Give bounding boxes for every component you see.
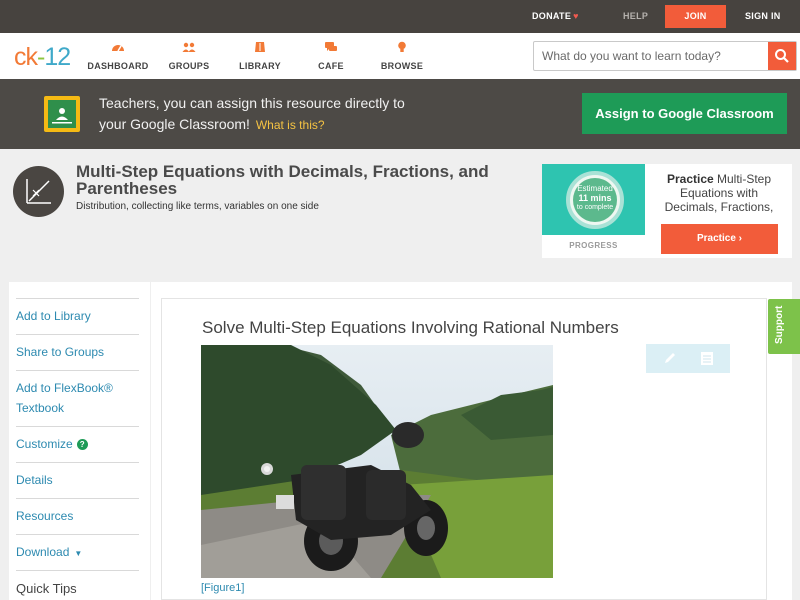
main-nav: ck-12 DASHBOARD GROUPS LIBRARY CAFE BROW… bbox=[0, 33, 800, 79]
nav-dashboard[interactable]: DASHBOARD bbox=[83, 41, 153, 71]
sidebar-item-share-to-groups[interactable]: Share to Groups bbox=[16, 334, 139, 370]
assign-google-classroom-button[interactable]: Assign to Google Classroom bbox=[582, 93, 787, 134]
progress-label: PROGRESS bbox=[569, 241, 618, 250]
lesson-title: Solve Multi-Step Equations Involving Rat… bbox=[202, 318, 619, 337]
banner-text-line2: your Google Classroom! What is this? bbox=[99, 116, 325, 132]
sidebar-item-add-to-library[interactable]: Add to Library bbox=[16, 298, 139, 334]
page-title: Multi-Step Equations with Decimals, Frac… bbox=[76, 162, 489, 198]
left-sidebar: Add to Library Share to Groups Add to Fl… bbox=[9, 282, 150, 600]
sidebar-item-add-to-flexbook[interactable]: Add to FlexBook® Textbook bbox=[16, 370, 139, 426]
people-icon bbox=[182, 42, 196, 52]
join-button[interactable]: JOIN bbox=[665, 5, 726, 28]
practice-card: Estimated 11 mins to complete PROGRESS P… bbox=[542, 164, 792, 258]
chat-icon bbox=[325, 42, 337, 51]
notes-icon[interactable] bbox=[700, 351, 714, 366]
search-box bbox=[533, 41, 797, 71]
ck12-logo[interactable]: ck-12 bbox=[14, 43, 71, 72]
caret-down-icon: ▼ bbox=[74, 549, 83, 558]
lesson-card: Solve Multi-Step Equations Involving Rat… bbox=[161, 298, 767, 600]
top-bar: DONATE ♥ HELP JOIN SIGN IN bbox=[0, 0, 800, 33]
practice-description: Practice Multi-Step Equations with Decim… bbox=[664, 172, 774, 214]
support-tab[interactable]: Support bbox=[768, 299, 800, 354]
banner-text-line1: Teachers, you can assign this resource d… bbox=[99, 95, 405, 111]
what-is-this-link[interactable]: What is this? bbox=[256, 118, 325, 132]
lightbulb-icon bbox=[398, 41, 406, 52]
donate-link[interactable]: DONATE ♥ bbox=[532, 0, 579, 33]
help-icon[interactable]: ? bbox=[76, 439, 88, 450]
chevron-right-icon: › bbox=[738, 233, 743, 244]
graph-icon bbox=[13, 166, 64, 217]
nav-cafe[interactable]: CAFE bbox=[296, 41, 366, 71]
main-content: Solve Multi-Step Equations Involving Rat… bbox=[151, 282, 792, 600]
sidebar-item-customize[interactable]: Customize? bbox=[16, 426, 139, 462]
sign-in-link[interactable]: SIGN IN bbox=[745, 0, 781, 33]
google-classroom-icon bbox=[44, 96, 80, 132]
sidebar-item-download[interactable]: Download ▼ bbox=[16, 534, 139, 570]
page-subtitle: Distribution, collecting like terms, var… bbox=[76, 201, 319, 212]
concept-header: Multi-Step Equations with Decimals, Frac… bbox=[0, 149, 800, 282]
practice-button[interactable]: Practice › bbox=[661, 224, 778, 254]
gauge-icon bbox=[112, 45, 124, 52]
sidebar-item-resources[interactable]: Resources bbox=[16, 498, 139, 534]
sidebar-item-details[interactable]: Details bbox=[16, 462, 139, 498]
google-classroom-banner: Teachers, you can assign this resource d… bbox=[0, 79, 800, 149]
heart-icon: ♥ bbox=[573, 11, 579, 21]
nav-browse[interactable]: BROWSE bbox=[367, 41, 437, 71]
figure-caption-link[interactable]: [Figure1] bbox=[201, 582, 244, 594]
library-icon bbox=[255, 42, 265, 52]
practice-progress-badge: Estimated 11 mins to complete bbox=[542, 164, 645, 235]
nav-groups[interactable]: GROUPS bbox=[154, 41, 224, 71]
search-input[interactable] bbox=[542, 42, 767, 70]
search-icon bbox=[775, 49, 789, 63]
annotation-toolbar bbox=[646, 344, 730, 373]
search-button[interactable] bbox=[768, 42, 796, 70]
nav-library[interactable]: LIBRARY bbox=[225, 41, 295, 71]
pencil-icon[interactable] bbox=[662, 351, 676, 366]
motorcycle-mountain-photo bbox=[201, 345, 553, 578]
quick-tips-heading[interactable]: Quick Tips bbox=[16, 570, 139, 596]
help-link[interactable]: HELP bbox=[623, 0, 648, 33]
